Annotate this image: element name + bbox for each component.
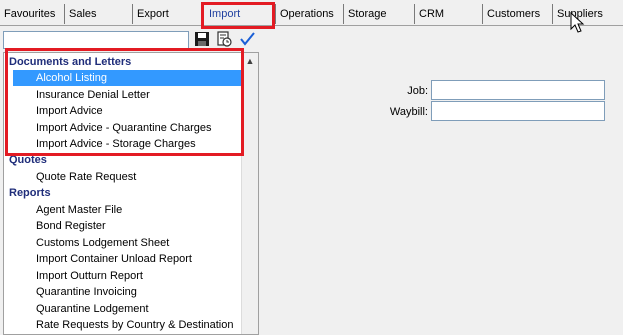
- save-icon[interactable]: [194, 31, 210, 47]
- tree-item-alcohol-listing[interactable]: Alcohol Listing: [13, 70, 242, 86]
- tree-item-insurance-denial[interactable]: Insurance Denial Letter: [34, 87, 152, 103]
- tab-customers[interactable]: Customers: [482, 4, 552, 24]
- tab-suppliers[interactable]: Suppliers: [552, 4, 623, 24]
- tree-scrollbar[interactable]: ▲: [241, 53, 258, 334]
- tab-operations[interactable]: Operations: [275, 4, 343, 24]
- tree-item-quarantine-invoicing[interactable]: Quarantine Invoicing: [34, 284, 139, 300]
- job-field[interactable]: [431, 80, 605, 100]
- scroll-up-icon[interactable]: ▲: [242, 53, 258, 69]
- tab-export[interactable]: Export: [132, 4, 200, 24]
- tab-bar: Favourites Sales Export Import Operation…: [0, 0, 623, 26]
- history-icon[interactable]: [216, 31, 232, 47]
- tree-group-documents[interactable]: Documents and Letters: [9, 54, 131, 70]
- search-input[interactable]: [3, 31, 189, 49]
- tree-item-import-advice[interactable]: Import Advice: [34, 103, 105, 119]
- tree-item-outturn-report[interactable]: Import Outturn Report: [34, 268, 145, 284]
- report-tree: Documents and Letters Alcohol Listing In…: [3, 52, 259, 335]
- tab-crm[interactable]: CRM: [414, 4, 482, 24]
- tree-item-bond-register[interactable]: Bond Register: [34, 218, 108, 234]
- tree-item-import-advice-storage[interactable]: Import Advice - Storage Charges: [34, 136, 198, 152]
- tree-item-quarantine-lodgement[interactable]: Quarantine Lodgement: [34, 301, 151, 317]
- tab-sales[interactable]: Sales: [64, 4, 132, 24]
- mouse-cursor-icon: [570, 12, 585, 33]
- tab-import[interactable]: Import: [203, 4, 273, 24]
- check-icon[interactable]: [239, 31, 255, 47]
- tree-group-quotes[interactable]: Quotes: [9, 152, 47, 168]
- tab-storage[interactable]: Storage: [343, 4, 414, 24]
- tab-favourites[interactable]: Favourites: [0, 4, 64, 24]
- tree-item-import-advice-quarantine[interactable]: Import Advice - Quarantine Charges: [34, 120, 213, 136]
- waybill-field[interactable]: [431, 101, 605, 121]
- waybill-label: Waybill:: [389, 106, 428, 118]
- tree-item-container-unload[interactable]: Import Container Unload Report: [34, 251, 194, 267]
- tree-item-customs-lodgement[interactable]: Customs Lodgement Sheet: [34, 235, 171, 251]
- tree-item-quote-rate-request[interactable]: Quote Rate Request: [34, 169, 138, 185]
- tree-group-reports[interactable]: Reports: [9, 185, 51, 201]
- job-label: Job:: [407, 85, 428, 97]
- tree-item-rate-requests[interactable]: Rate Requests by Country & Destination: [34, 317, 236, 333]
- tree-item-agent-master-file[interactable]: Agent Master File: [34, 202, 124, 218]
